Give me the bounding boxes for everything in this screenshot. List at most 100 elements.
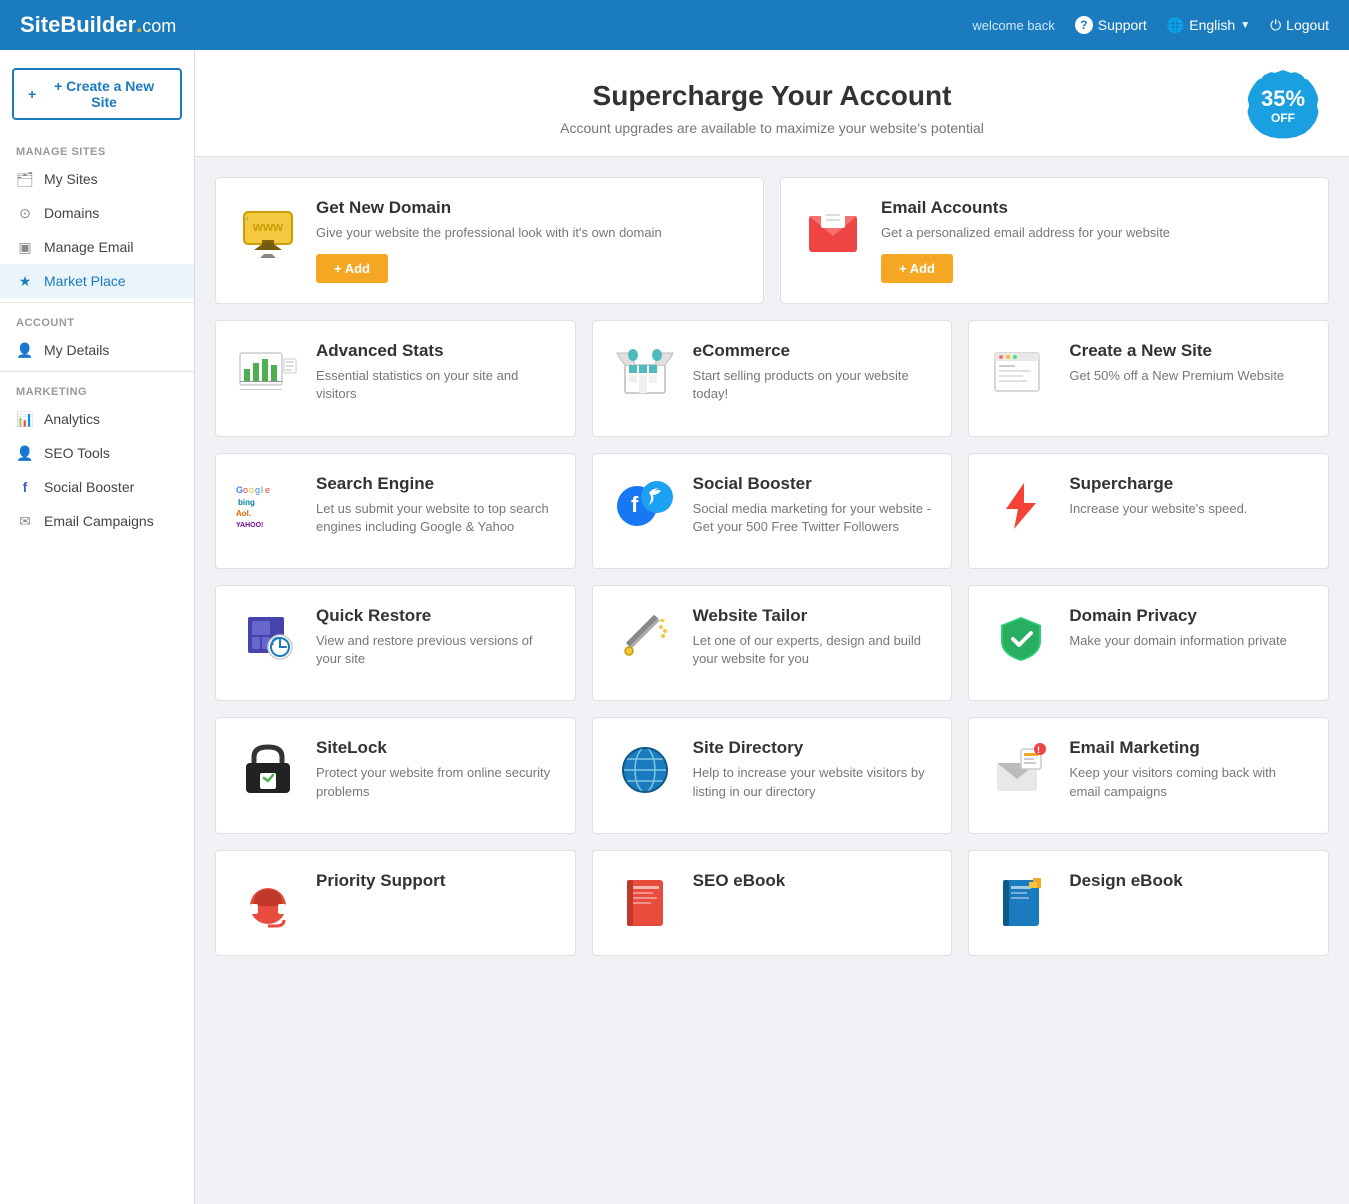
stats-card-desc: Essential statistics on your site and vi… (316, 367, 555, 403)
logout-link[interactable]: ⏻ Logout (1270, 17, 1329, 34)
new-site-card-body: Create a New Site Get 50% off a New Prem… (1069, 341, 1284, 397)
sidebar-item-marketplace[interactable]: ★ Market Place (0, 264, 194, 298)
svg-text:YAHOO!: YAHOO! (236, 522, 263, 529)
sidebar-seo-label: SEO Tools (44, 445, 110, 461)
sidebar-item-domains[interactable]: ⊙ Domains (0, 196, 194, 230)
sidebar-marketplace-label: Market Place (44, 273, 126, 289)
star-icon: ★ (16, 272, 34, 290)
card-domain-privacy[interactable]: Domain Privacy Make your domain informat… (968, 585, 1329, 701)
domain-card-title: Get New Domain (316, 198, 662, 218)
card-site-directory[interactable]: Site Directory Help to increase your web… (592, 717, 953, 833)
card-search-engine[interactable]: Google bing Aol. YAHOO! Search Engine Le… (215, 453, 576, 569)
language-selector[interactable]: 🌐 English ▼ (1167, 17, 1250, 34)
design-ebook-card-body: Design eBook (1069, 871, 1182, 897)
card-supercharge[interactable]: Supercharge Increase your website's spee… (968, 453, 1329, 569)
header-nav: welcome back ? Support 🌐 English ▼ ⏻ Log… (972, 16, 1329, 34)
sidebar-my-details-label: My Details (44, 342, 109, 358)
card-ecommerce[interactable]: eCommerce Start selling products on your… (592, 320, 953, 436)
badge-off: OFF (1271, 112, 1295, 125)
card-quick-restore[interactable]: Quick Restore View and restore previous … (215, 585, 576, 701)
search-engine-card-body: Search Engine Let us submit your website… (316, 474, 555, 548)
logo-site: SiteBuilder (20, 12, 136, 37)
main-content: Supercharge Your Account Account upgrade… (195, 50, 1349, 1204)
welcome-text: welcome back (972, 18, 1054, 33)
card-sitelock[interactable]: SiteLock Protect your website from onlin… (215, 717, 576, 833)
svg-text:↓: ↓ (246, 216, 249, 222)
card-email-accounts[interactable]: Email Accounts Get a personalized email … (780, 177, 1329, 304)
sitelock-icon (236, 738, 300, 802)
support-link[interactable]: ? Support (1075, 16, 1147, 34)
directory-card-desc: Help to increase your website visitors b… (693, 764, 932, 800)
sidebar-email-campaigns-label: Email Campaigns (44, 513, 154, 529)
directory-globe-icon (613, 738, 677, 802)
envelope-icon: ✉ (16, 512, 34, 530)
email-add-button[interactable]: + Add (881, 254, 953, 283)
sidebar-item-seo-tools[interactable]: 👤 SEO Tools (0, 436, 194, 470)
svg-text:o: o (243, 485, 248, 495)
domains-icon: ⊙ (16, 204, 34, 222)
card-get-new-domain[interactable]: www ↓ Get New Domain Give your website t… (215, 177, 764, 304)
svg-text:!: ! (1037, 745, 1040, 755)
svg-text:l: l (261, 485, 263, 495)
social-booster-icon: f (613, 474, 677, 538)
search-engine-card-desc: Let us submit your website to top search… (316, 500, 555, 536)
sidebar-item-manage-email[interactable]: ▣ Manage Email (0, 230, 194, 264)
logo: SiteBuilder.com (20, 12, 176, 38)
privacy-card-body: Domain Privacy Make your domain informat… (1069, 606, 1287, 662)
card-seo-ebook[interactable]: SEO eBook (592, 850, 953, 956)
sitelock-card-title: SiteLock (316, 738, 555, 758)
supercharge-card-title: Supercharge (1069, 474, 1247, 494)
design-ebook-card-title: Design eBook (1069, 871, 1182, 891)
stats-card-title: Advanced Stats (316, 341, 555, 361)
facebook-icon: f (16, 478, 34, 496)
privacy-card-desc: Make your domain information private (1069, 632, 1287, 650)
sidebar-item-email-campaigns[interactable]: ✉ Email Campaigns (0, 504, 194, 538)
ecommerce-card-desc: Start selling products on your website t… (693, 367, 932, 403)
sidebar-item-my-sites[interactable]: 🗂 My Sites (0, 162, 194, 196)
card-create-new-site[interactable]: Create a New Site Get 50% off a New Prem… (968, 320, 1329, 436)
svg-text:G: G (236, 485, 243, 495)
create-btn-label: + Create a New Site (42, 78, 166, 110)
card-social-booster[interactable]: f Social Booster Social media marketing … (592, 453, 953, 569)
card-advanced-stats[interactable]: Advanced Stats Essential statistics on y… (215, 320, 576, 436)
create-new-site-button[interactable]: + + Create a New Site (12, 68, 182, 120)
tailor-icon (613, 606, 677, 670)
email-envelope-icon (801, 198, 865, 262)
card-design-ebook[interactable]: Design eBook (968, 850, 1329, 956)
card-priority-support[interactable]: Priority Support (215, 850, 576, 956)
card-website-tailor[interactable]: Website Tailor Let one of our experts, d… (592, 585, 953, 701)
restore-icon (236, 606, 300, 670)
flag-icon: 🌐 (1167, 17, 1184, 34)
sitelock-card-desc: Protect your website from online securit… (316, 764, 555, 800)
logout-icon: ⏻ (1270, 17, 1281, 34)
sidebar-item-my-details[interactable]: 👤 My Details (0, 333, 194, 367)
new-site-card-title: Create a New Site (1069, 341, 1284, 361)
chevron-down-icon: ▼ (1240, 20, 1250, 31)
svg-text:e: e (265, 485, 270, 495)
new-site-card-desc: Get 50% off a New Premium Website (1069, 367, 1284, 385)
person-icon: 👤 (16, 341, 34, 359)
stats-card-body: Advanced Stats Essential statistics on y… (316, 341, 555, 415)
sidebar-domains-label: Domains (44, 205, 99, 221)
privacy-shield-icon (989, 606, 1053, 670)
main-header: SiteBuilder.com welcome back ? Support 🌐… (0, 0, 1349, 50)
directory-card-body: Site Directory Help to increase your web… (693, 738, 932, 812)
sidebar-item-analytics[interactable]: 📊 Analytics (0, 402, 194, 436)
sidebar-item-social-booster[interactable]: f Social Booster (0, 470, 194, 504)
supercharge-card-body: Supercharge Increase your website's spee… (1069, 474, 1247, 530)
domain-card-desc: Give your website the professional look … (316, 224, 662, 242)
tailor-card-desc: Let one of our experts, design and build… (693, 632, 932, 668)
sitelock-card-body: SiteLock Protect your website from onlin… (316, 738, 555, 812)
card-email-marketing[interactable]: ! Email Marketing Keep your visitors com… (968, 717, 1329, 833)
ecommerce-card-body: eCommerce Start selling products on your… (693, 341, 932, 415)
domain-add-button[interactable]: + Add (316, 254, 388, 283)
seo-ebook-card-body: SEO eBook (693, 871, 786, 897)
mid-row-2: Google bing Aol. YAHOO! Search Engine Le… (195, 437, 1349, 569)
new-site-icon (989, 341, 1053, 405)
plus-icon: + (28, 86, 36, 102)
hero-subtitle: Account upgrades are available to maximi… (215, 120, 1329, 136)
sidebar-divider-1 (0, 302, 194, 303)
seo-ebook-icon (613, 871, 677, 935)
mid-row-3: Quick Restore View and restore previous … (195, 569, 1349, 701)
search-engine-icon: Google bing Aol. YAHOO! (236, 474, 300, 538)
